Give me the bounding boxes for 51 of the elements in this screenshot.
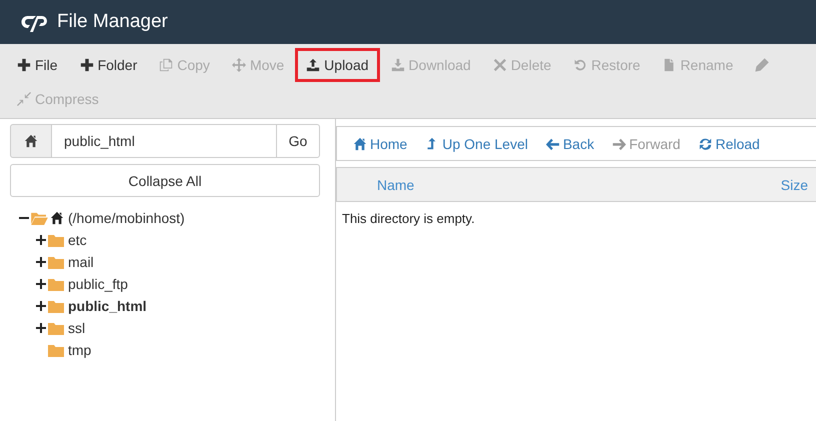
home-icon — [50, 211, 64, 225]
go-button[interactable]: Go — [276, 124, 320, 158]
toolbar-button[interactable]: Upload — [295, 48, 380, 82]
home-button[interactable] — [10, 124, 52, 158]
tree-item[interactable]: public_ftp — [66, 276, 128, 292]
app-title: File Manager — [57, 11, 168, 33]
expand-icon[interactable] — [36, 301, 46, 311]
home-icon — [353, 136, 367, 150]
tree-item[interactable]: public_html — [66, 298, 147, 314]
forward-icon — [612, 136, 626, 150]
plus-icon — [80, 58, 94, 72]
folder-icon — [48, 300, 64, 312]
empty-message: This directory is empty. — [341, 210, 476, 228]
copy-icon — [159, 58, 174, 72]
expand-icon[interactable] — [36, 235, 46, 245]
tree-item[interactable]: tmp — [66, 342, 92, 358]
compress-icon — [17, 92, 31, 106]
pencil-icon — [755, 58, 770, 72]
folder-icon — [48, 278, 64, 290]
nav-button[interactable]: Back — [538, 132, 602, 156]
upload-icon — [306, 58, 320, 72]
reload-icon — [698, 136, 712, 150]
toolbar-button[interactable]: File — [6, 48, 69, 82]
home-icon — [24, 134, 38, 148]
expand-icon[interactable] — [36, 257, 46, 267]
download-icon — [390, 58, 405, 72]
nav-button[interactable]: Home — [345, 132, 416, 156]
column-header[interactable]: Size — [780, 176, 808, 192]
folder-icon — [48, 344, 64, 356]
nav-button[interactable]: Up One Level — [417, 132, 536, 156]
folder-icon — [31, 212, 48, 224]
folder-icon — [48, 322, 64, 334]
delete-icon — [492, 58, 507, 72]
folder-icon — [48, 234, 64, 246]
tree-item[interactable]: etc — [66, 232, 87, 248]
collapse-all-button[interactable]: Collapse All — [10, 164, 320, 197]
toolbar-button[interactable]: Folder — [68, 48, 148, 82]
expand-icon[interactable] — [36, 279, 46, 289]
tree-item[interactable]: mail — [66, 254, 94, 270]
tree-item[interactable]: (/home/mobinhost) — [66, 210, 185, 226]
nav-button[interactable]: Reload — [690, 132, 768, 156]
plus-icon — [17, 58, 31, 72]
folder-icon — [48, 256, 64, 268]
expand-icon[interactable] — [36, 323, 46, 333]
move-icon — [232, 58, 246, 72]
restore-icon — [573, 58, 588, 72]
back-icon — [546, 136, 560, 150]
path-field[interactable]: public_html — [52, 124, 276, 158]
column-header[interactable]: Name — [377, 176, 414, 192]
tree-item[interactable]: ssl — [66, 320, 86, 336]
file-icon — [662, 58, 676, 72]
